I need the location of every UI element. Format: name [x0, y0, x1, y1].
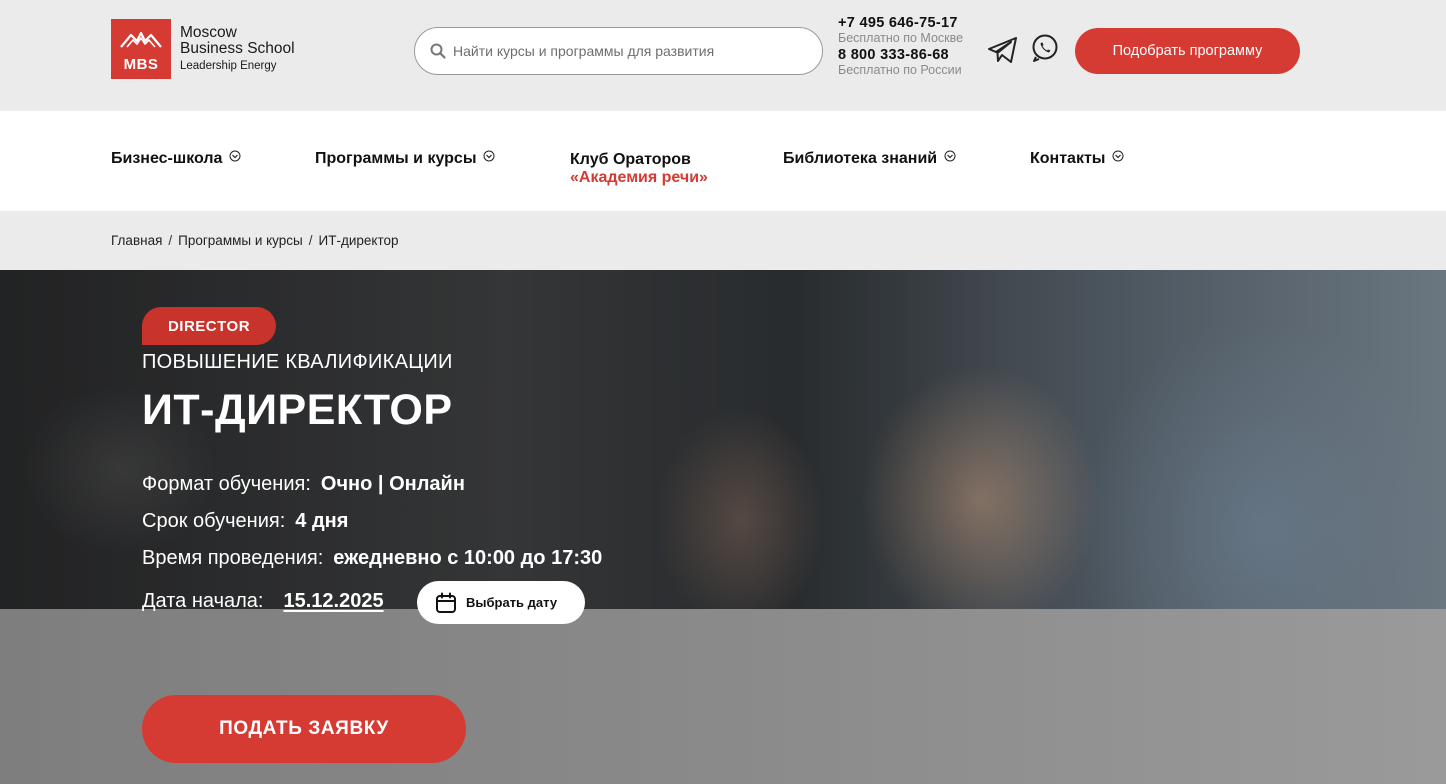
schedule-row: Время проведения: ежедневно с 10:00 до 1…: [142, 547, 602, 570]
whatsapp-icon[interactable]: [1029, 32, 1061, 64]
logo[interactable]: MBS Moscow Business School Leadership En…: [111, 19, 295, 79]
format-value: Очно | Онлайн: [320, 473, 465, 495]
phone-block: +7 495 646-75-17 Бесплатно по Москве 8 8…: [838, 15, 963, 79]
search-icon: [429, 42, 447, 60]
search-input[interactable]: [453, 43, 813, 59]
logo-mark: MBS: [111, 19, 171, 79]
phone-russia-note: Бесплатно по России: [838, 63, 962, 77]
nav-club-line2: «Академия речи»: [570, 169, 708, 186]
page-title: ИТ-ДИРЕКТОР: [142, 386, 453, 434]
logo-line-1: Moscow: [180, 23, 237, 41]
nav-item-business-school[interactable]: Бизнес-школа: [111, 150, 241, 168]
nav-item-contacts[interactable]: Контакты: [1030, 150, 1124, 168]
chevron-down-icon: [1112, 150, 1124, 162]
schedule-value: ежедневно с 10:00 до 17:30: [333, 547, 603, 569]
search-box[interactable]: [414, 27, 823, 75]
chevron-down-icon: [944, 150, 956, 162]
calendar-icon: [435, 592, 457, 614]
nav-club-line1: Клуб Ораторов: [570, 151, 691, 168]
breadcrumb-separator: /: [168, 233, 173, 248]
duration-value: 4 дня: [295, 510, 349, 532]
breadcrumb-current: ИТ-директор: [318, 233, 399, 248]
nav-item-label: Бизнес-школа: [111, 150, 223, 167]
choose-date-label: Выбрать дату: [466, 595, 558, 610]
logo-abbr: MBS: [123, 56, 159, 73]
pick-program-button[interactable]: Подобрать программу: [1075, 28, 1300, 74]
logo-text: Moscow Business School Leadership Energy: [180, 23, 295, 74]
start-date-value[interactable]: 15.12.2025: [283, 590, 383, 613]
chevron-down-icon: [229, 150, 241, 162]
choose-date-button[interactable]: Выбрать дату: [417, 581, 585, 624]
top-header: MBS Moscow Business School Leadership En…: [0, 0, 1446, 111]
schedule-label: Время проведения:: [142, 547, 324, 569]
nav-item-label: Программы и курсы: [315, 150, 477, 167]
program-badge: DIRECTOR: [142, 307, 276, 345]
phone-moscow-note: Бесплатно по Москве: [838, 31, 964, 45]
breadcrumb-programs[interactable]: Программы и курсы: [178, 233, 303, 248]
start-date-row: Дата начала: 15.12.2025: [142, 590, 384, 613]
format-label: Формат обучения:: [142, 473, 311, 495]
logo-tagline: Leadership Energy: [180, 59, 277, 72]
nav-item-label: Библиотека знаний: [783, 150, 938, 167]
breadcrumb-separator: /: [308, 233, 313, 248]
program-subtitle: ПОВЫШЕНИЕ КВАЛИФИКАЦИИ: [142, 351, 453, 373]
chevron-down-icon: [483, 150, 495, 162]
duration-label: Срок обучения:: [142, 510, 286, 532]
duration-row: Срок обучения: 4 дня: [142, 510, 348, 533]
breadcrumb-home[interactable]: Главная: [111, 233, 162, 248]
phone-russia[interactable]: 8 800 333-86-68: [838, 47, 963, 63]
nav-item-label: Контакты: [1030, 150, 1106, 167]
nav-item-speakers-club[interactable]: Клуб Ораторов «Академия речи»: [570, 151, 708, 187]
nav-item-programs[interactable]: Программы и курсы: [315, 150, 495, 168]
logo-line-2: Business School: [180, 39, 295, 57]
breadcrumb: Главная / Программы и курсы / ИТ-директо…: [111, 233, 399, 248]
start-date-label: Дата начала:: [142, 590, 264, 612]
breadcrumb-bar: Главная / Программы и курсы / ИТ-директо…: [0, 211, 1446, 270]
mountains-icon: [120, 31, 162, 48]
main-nav: Бизнес-школа Программы и курсы Клуб Орат…: [0, 111, 1446, 211]
telegram-icon[interactable]: [987, 34, 1019, 66]
apply-button[interactable]: ПОДАТЬ ЗАЯВКУ: [142, 695, 466, 763]
phone-moscow[interactable]: +7 495 646-75-17: [838, 15, 963, 31]
format-row: Формат обучения: Очно | Онлайн: [142, 473, 465, 496]
nav-item-library[interactable]: Библиотека знаний: [783, 150, 956, 168]
